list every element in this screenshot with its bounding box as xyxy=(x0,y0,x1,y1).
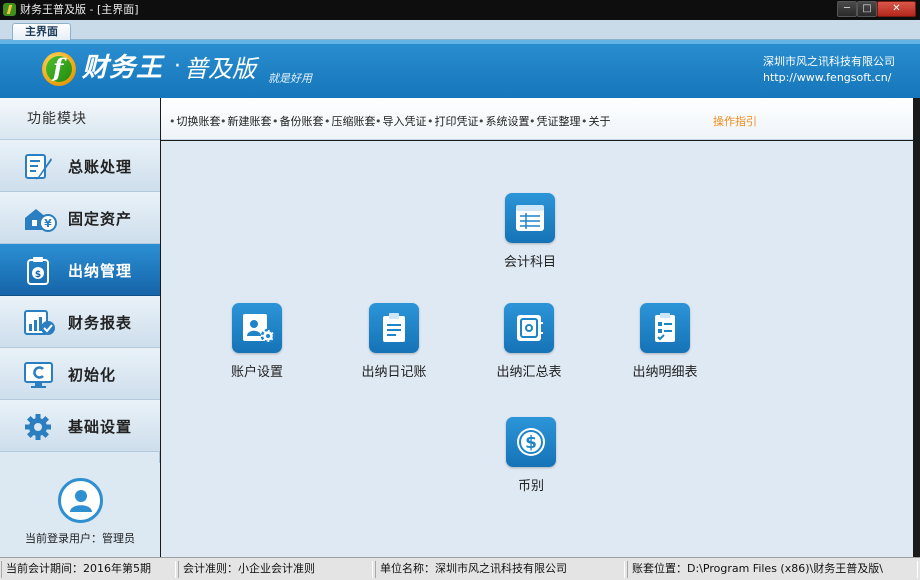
sidebar-item-cashier[interactable]: $ 出纳管理 xyxy=(0,244,160,296)
brand-slogan: 就是好用 xyxy=(268,72,312,85)
gear-icon xyxy=(23,412,55,442)
cash-summary-icon xyxy=(504,303,554,353)
status-accounting-standard: 会计准则：小企业会计准则 xyxy=(178,561,373,578)
module-cash-journal[interactable]: 出纳日记账 xyxy=(339,303,449,380)
tab-main[interactable]: 主界面 xyxy=(12,23,71,41)
module-cash-summary[interactable]: 出纳汇总表 xyxy=(474,303,584,380)
toolbar-compress-account-set[interactable]: 压缩账套 xyxy=(324,113,376,129)
status-bar: 当前会计期间：2016年第5期 会计准则：小企业会计准则 单位名称：深圳市风之讯… xyxy=(0,557,920,580)
sidebar-item-general-ledger[interactable]: 总账处理 xyxy=(0,140,160,192)
company-url[interactable]: http://www.fengsoft.cn/ xyxy=(763,70,895,86)
window-title-bar: 财务王普及版 - [主界面] ─ □ ✕ xyxy=(0,0,920,20)
sidebar-heading: 功能模块 xyxy=(0,98,160,140)
account-settings-icon xyxy=(232,303,282,353)
toolbar-backup-account-set[interactable]: 备份账套 xyxy=(272,113,324,129)
monitor-reset-icon xyxy=(23,360,55,390)
module-chart-of-accounts[interactable]: 会计科目 xyxy=(475,193,585,270)
quick-toolbar: 切换账套 新建账套 备份账套 压缩账套 导入凭证 打印凭证 系统设置 凭证整理 … xyxy=(161,98,913,140)
tab-strip: 主界面 xyxy=(0,20,920,41)
status-unit-name: 单位名称：深圳市风之讯科技有限公司 xyxy=(375,561,625,578)
sidebar: 功能模块 总账处理 ¥ 固定资产 $ 出纳管理 财务报表 初始化 基础设置 当前… xyxy=(0,98,160,557)
header-banner: 财务王 · 普及版 就是好用 深圳市风之讯科技有限公司 http://www.f… xyxy=(0,40,920,98)
module-account-settings[interactable]: 账户设置 xyxy=(202,303,312,380)
banner-stripe xyxy=(0,40,920,44)
module-label: 出纳日记账 xyxy=(361,365,427,380)
cash-detail-icon xyxy=(640,303,690,353)
brand-dot: · xyxy=(174,54,181,79)
svg-text:$: $ xyxy=(525,433,537,453)
window-title: 财务王普及版 - [主界面] xyxy=(20,3,139,16)
toolbar-switch-account-set[interactable]: 切换账套 xyxy=(169,113,221,129)
company-name: 深圳市风之讯科技有限公司 xyxy=(763,55,895,68)
module-label: 出纳汇总表 xyxy=(496,365,562,380)
module-label: 会计科目 xyxy=(503,255,556,270)
sidebar-item-basic-settings[interactable]: 基础设置 xyxy=(0,400,160,452)
sidebar-item-label: 初始化 xyxy=(68,366,117,384)
brand-logo-icon xyxy=(42,52,76,86)
sidebar-item-label: 总账处理 xyxy=(68,158,133,176)
sidebar-item-label: 固定资产 xyxy=(68,210,133,228)
house-yen-icon: ¥ xyxy=(23,204,57,234)
toolbar-import-voucher[interactable]: 导入凭证 xyxy=(375,113,427,129)
status-period: 当前会计期间：2016年第5期 xyxy=(1,561,176,578)
cash-clipboard-icon: $ xyxy=(23,256,55,286)
sidebar-item-label: 出纳管理 xyxy=(68,262,133,280)
ledger-pen-icon xyxy=(23,152,55,182)
report-check-icon xyxy=(23,308,55,338)
window-border xyxy=(913,98,920,557)
module-workspace: 会计科目 账户设置 出纳日记账 出纳汇总表 出纳明细表 $ 币别 xyxy=(161,141,913,557)
company-info: 深圳市风之讯科技有限公司 http://www.fengsoft.cn/ xyxy=(763,54,895,86)
module-label: 币别 xyxy=(517,479,544,494)
module-currency[interactable]: $ 币别 xyxy=(476,417,586,494)
app-logo-icon xyxy=(3,3,16,16)
module-label: 出纳明细表 xyxy=(632,365,698,380)
toolbar-about[interactable]: 关于 xyxy=(581,113,611,129)
brand-name: 财务王 xyxy=(82,53,164,83)
sidebar-item-label: 基础设置 xyxy=(68,418,133,436)
module-label: 账户设置 xyxy=(230,365,283,380)
sidebar-item-fixed-assets[interactable]: ¥ 固定资产 xyxy=(0,192,160,244)
svg-text:¥: ¥ xyxy=(44,217,52,230)
cash-journal-icon xyxy=(369,303,419,353)
toolbar-system-settings[interactable]: 系统设置 xyxy=(478,113,530,129)
close-button[interactable]: ✕ xyxy=(877,1,916,17)
brand-edition: 普及版 xyxy=(184,55,256,83)
minimize-button[interactable]: ─ xyxy=(837,1,857,17)
toolbar-new-account-set[interactable]: 新建账套 xyxy=(220,113,272,129)
current-user-label: 当前登录用户：管理员 xyxy=(25,532,135,545)
toolbar-print-voucher[interactable]: 打印凭证 xyxy=(427,113,479,129)
svg-text:$: $ xyxy=(35,270,41,280)
current-user-panel: 当前登录用户：管理员 xyxy=(0,463,160,557)
avatar[interactable] xyxy=(58,478,103,523)
toolbar-organize-vouchers[interactable]: 凭证整理 xyxy=(529,113,581,129)
module-cash-detail[interactable]: 出纳明细表 xyxy=(610,303,720,380)
sidebar-item-label: 财务报表 xyxy=(68,314,133,332)
status-account-location: 账套位置：D:\Program Files (x86)\财务王普及版\ xyxy=(627,561,918,578)
operation-guide-link[interactable]: 操作指引 xyxy=(713,113,757,129)
sidebar-item-financial-reports[interactable]: 财务报表 xyxy=(0,296,160,348)
currency-icon: $ xyxy=(506,417,556,467)
sidebar-item-initialization[interactable]: 初始化 xyxy=(0,348,160,400)
chart-of-accounts-icon xyxy=(505,193,555,243)
maximize-button[interactable]: □ xyxy=(857,1,877,17)
